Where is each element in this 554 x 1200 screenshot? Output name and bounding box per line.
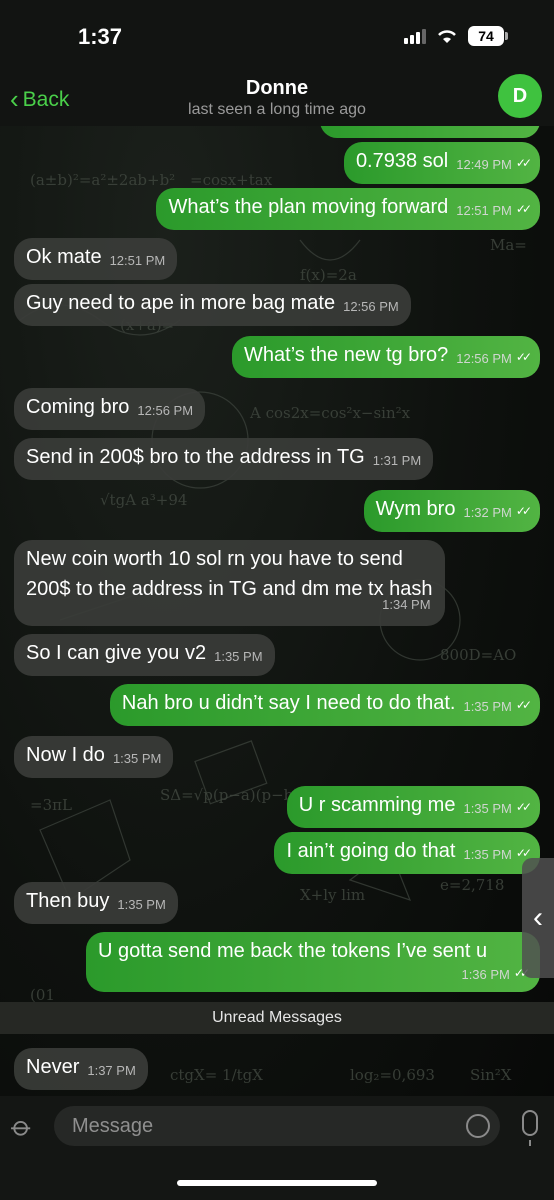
message-bubble[interactable]: Never 1:37 PM: [14, 1048, 148, 1090]
message-text: Coming bro: [26, 396, 130, 418]
message-text: Send in 200$ bro to the address in TG: [26, 446, 365, 468]
message-bubble[interactable]: Coming bro 12:56 PM: [14, 388, 206, 430]
read-checkmarks-icon: ✓✓: [515, 698, 532, 712]
message-time: 1:35 PM: [463, 847, 512, 862]
microphone-icon[interactable]: [522, 1110, 538, 1146]
message-text: Guy need to ape in more bag mate: [26, 292, 336, 314]
message-text: 0.7938 sol: [355, 150, 449, 172]
message-time: 1:35 PM: [463, 699, 512, 714]
message-text: What’s the plan moving forward: [168, 196, 449, 218]
message-bubble[interactable]: Wym bro 1:32 PM ✓✓: [363, 490, 540, 532]
chat-header: ‹ Back Donne last seen a long time ago D: [0, 74, 554, 126]
message-text: I ain’t going do that: [286, 840, 456, 862]
message-bubble[interactable]: Send in 200$ bro to the address in TG 1:3…: [14, 438, 434, 480]
message-text: Ok mate: [26, 246, 102, 268]
message-time: 1:35 PM: [214, 649, 263, 664]
message-text: So I can give you v2: [26, 642, 207, 664]
message-bubble[interactable]: Now I do 1:35 PM: [14, 736, 174, 778]
message-input[interactable]: Message: [54, 1106, 500, 1146]
message-text: Then buy: [26, 890, 110, 912]
read-checkmarks-icon: ✓✓: [515, 156, 532, 170]
message-bubble-partial: [320, 126, 540, 138]
message-text: Nah bro u didn’t say I need to do that.: [121, 692, 456, 714]
message-time: 12:51 PM: [456, 203, 512, 218]
message-bubble[interactable]: Nah bro u didn’t say I need to do that. 1…: [109, 684, 540, 726]
message-bubble[interactable]: Then buy 1:35 PM: [14, 882, 178, 924]
unread-messages-divider: Unread Messages: [0, 1002, 554, 1034]
message-text: Now I do: [26, 744, 105, 766]
message-time: 1:34 PM: [382, 597, 431, 612]
message-bubble[interactable]: U r scamming me 1:35 PM ✓✓: [286, 786, 540, 828]
message-time: 1:37 PM: [87, 1063, 136, 1078]
signal-icon: [404, 28, 426, 44]
read-checkmarks-icon: ✓✓: [515, 800, 532, 814]
message-time: 1:36 PM: [461, 967, 510, 982]
message-bubble[interactable]: So I can give you v2 1:35 PM: [14, 634, 275, 676]
read-checkmarks-icon: ✓✓: [515, 202, 532, 216]
message-bubble[interactable]: Ok mate 12:51 PM: [14, 238, 178, 280]
message-time: 12:49 PM: [456, 157, 512, 172]
message-time: 12:56 PM: [343, 299, 399, 314]
side-panel-handle[interactable]: ‹: [522, 858, 554, 978]
message-bubble[interactable]: 0.7938 sol 12:49 PM ✓✓: [343, 142, 540, 184]
paperclip-icon[interactable]: ⌀: [5, 1109, 40, 1144]
last-seen-status: last seen a long time ago: [188, 101, 366, 118]
message-text: Wym bro: [375, 498, 456, 520]
message-time: 12:56 PM: [456, 351, 512, 366]
home-indicator: [177, 1180, 377, 1186]
message-bubble[interactable]: New coin worth 10 sol rn you have to sen…: [14, 540, 445, 626]
avatar[interactable]: D: [498, 74, 542, 118]
contact-name[interactable]: Donne: [0, 77, 554, 100]
message-time: 1:35 PM: [117, 897, 166, 912]
status-icons: 74: [404, 26, 508, 46]
message-time: 1:35 PM: [112, 751, 162, 766]
message-bubble[interactable]: I ain’t going do that 1:35 PM ✓✓: [274, 832, 540, 874]
wifi-icon: [438, 30, 456, 43]
status-bar: 1:37 74: [0, 0, 554, 74]
message-bubble[interactable]: Guy need to ape in more bag mate 12:56 PM: [14, 284, 411, 326]
message-time: 1:35 PM: [463, 801, 512, 816]
message-bubble[interactable]: What’s the new tg bro? 12:56 PM ✓✓: [232, 336, 540, 378]
message-text-line2: 200$ to the address in TG and dm me tx h…: [26, 578, 433, 600]
message-time: 1:31 PM: [372, 453, 422, 468]
message-list[interactable]: 0.7938 sol 12:49 PM ✓✓ What’s the plan mov…: [0, 126, 554, 1096]
battery-icon: 74: [468, 26, 508, 46]
message-text: New coin worth 10 sol rn you have to sen…: [26, 548, 403, 570]
sticker-icon[interactable]: [466, 1114, 490, 1138]
read-checkmarks-icon: ✓✓: [515, 846, 532, 860]
message-text: U r scamming me: [298, 794, 456, 816]
message-meta: 1:36 PM ✓✓: [453, 956, 530, 990]
read-checkmarks-icon: ✓✓: [515, 504, 532, 518]
message-time: 12:51 PM: [109, 253, 166, 268]
message-bubble[interactable]: U gotta send me back the tokens I’ve sen…: [86, 932, 540, 992]
message-text: What’s the new tg bro?: [244, 344, 449, 366]
read-checkmarks-icon: ✓✓: [515, 350, 532, 364]
message-bubble[interactable]: What’s the plan moving forward 12:51 PM ✓✓: [156, 188, 540, 230]
message-time: 12:56 PM: [137, 403, 194, 418]
chevron-left-icon: ‹: [533, 901, 543, 934]
status-time: 1:37: [78, 24, 123, 49]
message-text: Never: [26, 1056, 80, 1078]
message-time: 1:32 PM: [463, 505, 512, 520]
